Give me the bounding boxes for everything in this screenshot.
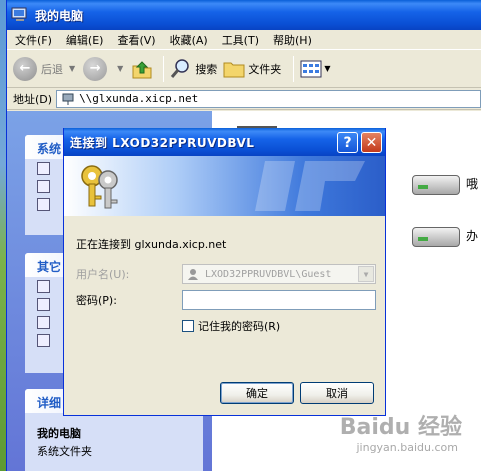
window-titlebar[interactable]: 我的电脑 (7, 0, 481, 30)
folders-label: 文件夹 (248, 62, 282, 76)
details-name: 我的电脑 (37, 427, 81, 440)
details-type: 系统文件夹 (37, 445, 92, 458)
username-value: LXOD32PPRUVDBVL\Guest (205, 268, 332, 280)
connect-dialog: 连接到 LXOD32PPRUVDBVL ? ✕ 正在连接到 glxunda.xi… (63, 128, 386, 416)
drive-label: 哦 (466, 177, 479, 191)
user-icon (188, 269, 198, 280)
search-icon (171, 58, 190, 78)
search-button[interactable]: 搜索 (170, 58, 217, 80)
menu-edit[interactable]: 编辑(E) (66, 32, 104, 48)
close-button[interactable]: ✕ (361, 132, 382, 153)
cancel-button[interactable]: 取消 (300, 382, 374, 404)
views-button[interactable]: ▼ (300, 60, 330, 78)
password-row: 密码(P): (76, 290, 376, 310)
address-input[interactable]: \\glxunda.xicp.net (56, 89, 481, 108)
banner-decoration (255, 161, 365, 211)
toolbar-separator (293, 55, 295, 82)
menu-favorites[interactable]: 收藏(A) (170, 32, 208, 48)
forward-arrow-icon: → (83, 56, 108, 81)
place-icon (37, 279, 50, 293)
password-field[interactable] (182, 290, 376, 310)
place-icon (37, 315, 50, 329)
place-icon (37, 297, 50, 311)
task-icon (37, 161, 50, 175)
menu-bar: 文件(F) 编辑(E) 查看(V) 收藏(A) 工具(T) 帮助(H) (7, 30, 481, 50)
dialog-titlebar[interactable]: 连接到 LXOD32PPRUVDBVL ? ✕ (64, 128, 385, 156)
folder-icon (223, 62, 245, 77)
watermark-url: jingyan.baidu.com (356, 441, 458, 454)
forward-dropdown-icon[interactable]: ▼ (117, 64, 123, 73)
task-icon (37, 197, 50, 211)
ok-button[interactable]: 确定 (220, 382, 294, 404)
chevron-down-icon[interactable]: ▼ (358, 266, 374, 282)
drive-led (418, 237, 428, 241)
place-icon (37, 333, 50, 347)
drive-item[interactable] (412, 219, 464, 249)
menu-tools[interactable]: 工具(T) (222, 32, 259, 48)
address-value: \\glxunda.xicp.net (79, 92, 199, 105)
address-bar: 地址(D) \\glxunda.xicp.net (7, 88, 481, 110)
toolbar: ← 后退 ▼ → ▼ 搜索 文件夹 ▼ (7, 50, 481, 88)
menu-file[interactable]: 文件(F) (15, 32, 52, 48)
up-folder-icon[interactable] (131, 58, 153, 80)
forward-button[interactable]: → (83, 56, 111, 81)
remember-password-label: 记住我的密码(R) (198, 320, 281, 333)
connecting-text: 正在连接到 glxunda.xicp.net (76, 238, 227, 251)
menu-view[interactable]: 查看(V) (117, 32, 155, 48)
views-icon (300, 60, 322, 77)
drive-led (418, 185, 428, 189)
back-arrow-icon: ← (13, 56, 37, 81)
network-drive-icon (62, 93, 74, 105)
drive-label: 办 (466, 229, 479, 243)
back-button[interactable]: ← 后退 (13, 56, 63, 81)
task-icon (37, 179, 50, 193)
keys-icon (81, 165, 118, 209)
search-label: 搜索 (195, 62, 218, 76)
remember-password-option[interactable]: 记住我的密码(R) (182, 318, 280, 334)
views-dropdown-icon: ▼ (324, 64, 331, 73)
help-button[interactable]: ? (337, 132, 358, 153)
window-title: 我的电脑 (35, 8, 84, 23)
username-combobox[interactable]: LXOD32PPRUVDBVL\Guest ▼ (182, 264, 376, 284)
back-dropdown-icon[interactable]: ▼ (69, 64, 75, 73)
my-computer-icon (11, 7, 27, 21)
username-label: 用户名(U): (76, 268, 130, 281)
back-label: 后退 (41, 62, 63, 76)
dialog-banner (64, 156, 385, 216)
toolbar-separator (163, 55, 165, 82)
remember-password-checkbox[interactable] (182, 320, 194, 332)
address-label: 地址(D) (13, 92, 53, 106)
dialog-title: 连接到 LXOD32PPRUVDBVL (70, 135, 255, 150)
folders-button[interactable]: 文件夹 (223, 59, 281, 79)
drive-item[interactable] (412, 167, 464, 197)
username-row: 用户名(U): LXOD32PPRUVDBVL\Guest ▼ (76, 264, 376, 284)
menu-help[interactable]: 帮助(H) (273, 32, 312, 48)
password-label: 密码(P): (76, 294, 117, 307)
